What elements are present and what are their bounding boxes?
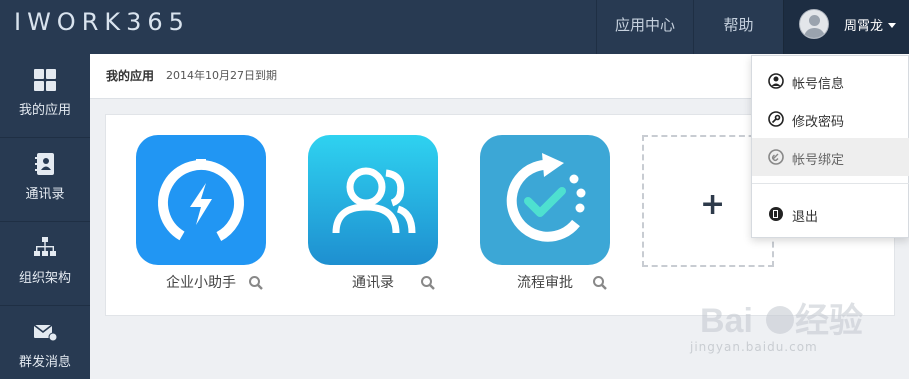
baidu-watermark-logo: Bai 经验 [700, 301, 863, 340]
nav-app-center[interactable]: 应用中心 [596, 0, 693, 54]
lightning-assistant-icon[interactable] [136, 135, 266, 265]
menu-item-change-password[interactable]: 修改密码 [752, 100, 909, 138]
app-name: 企业小助手 [166, 275, 236, 291]
link-icon [768, 149, 784, 165]
svg-text:Bai: Bai [700, 302, 753, 340]
sidebar: 我的应用 通讯录 组织架构 群发消息 [0, 54, 90, 379]
app-card-assistant[interactable]: 企业小助手 [136, 135, 296, 305]
watermark-url: jingyan.baidu.com [690, 340, 818, 354]
app-logo[interactable]: IWORK365 [14, 8, 190, 36]
page-title: 我的应用 [106, 69, 155, 83]
contacts-book-icon [35, 153, 54, 175]
sidebar-item-label: 群发消息 [18, 355, 71, 370]
sidebar-item-broadcast[interactable]: 群发消息 [0, 306, 90, 379]
svg-text:经验: 经验 [795, 301, 863, 340]
sidebar-item-label: 我的应用 [18, 103, 71, 118]
avatar [799, 9, 829, 39]
menu-item-label: 帐号绑定 [792, 153, 845, 168]
menu-item-logout[interactable]: 退出 [752, 195, 909, 233]
sidebar-item-contacts[interactable]: 通讯录 [0, 138, 90, 222]
user-name: 周霄龙 [844, 19, 884, 34]
grid-icon [34, 69, 56, 91]
search-icon[interactable] [592, 275, 608, 291]
sidebar-item-my-apps[interactable]: 我的应用 [0, 54, 90, 138]
user-menu-toggle[interactable]: 周霄龙 [783, 0, 909, 54]
search-icon[interactable] [420, 275, 436, 291]
menu-item-account-binding[interactable]: 帐号绑定 [752, 138, 909, 176]
app-name: 通讯录 [352, 275, 394, 291]
key-icon [768, 111, 784, 127]
search-icon[interactable] [248, 275, 264, 291]
menu-item-account-info[interactable]: 帐号信息 [752, 62, 909, 100]
nav-help[interactable]: 帮助 [693, 0, 783, 54]
approval-check-icon[interactable] [480, 135, 610, 265]
app-name: 流程审批 [517, 275, 573, 291]
plus-icon: + [700, 187, 726, 222]
mail-broadcast-icon [33, 324, 57, 342]
caret-down-icon [888, 23, 896, 28]
users-icon[interactable] [308, 135, 438, 265]
user-circle-icon [768, 73, 784, 89]
menu-divider [752, 183, 909, 184]
top-bar: IWORK365 应用中心 帮助 周霄龙 [0, 0, 909, 54]
sidebar-item-label: 组织架构 [18, 271, 71, 286]
expiry-date: 2014年10月27日到期 [166, 69, 277, 82]
app-card-contacts[interactable]: 通讯录 [308, 135, 468, 305]
menu-item-label: 修改密码 [792, 115, 845, 130]
sidebar-item-label: 通讯录 [25, 187, 65, 202]
menu-item-label: 帐号信息 [792, 77, 845, 92]
user-dropdown-menu: 帐号信息 修改密码 帐号绑定 退出 [751, 55, 909, 238]
org-chart-icon [34, 237, 56, 256]
app-card-approval[interactable]: 流程审批 [480, 135, 640, 305]
exit-icon [769, 207, 783, 221]
sidebar-item-org-structure[interactable]: 组织架构 [0, 222, 90, 306]
menu-item-label: 退出 [792, 210, 819, 225]
